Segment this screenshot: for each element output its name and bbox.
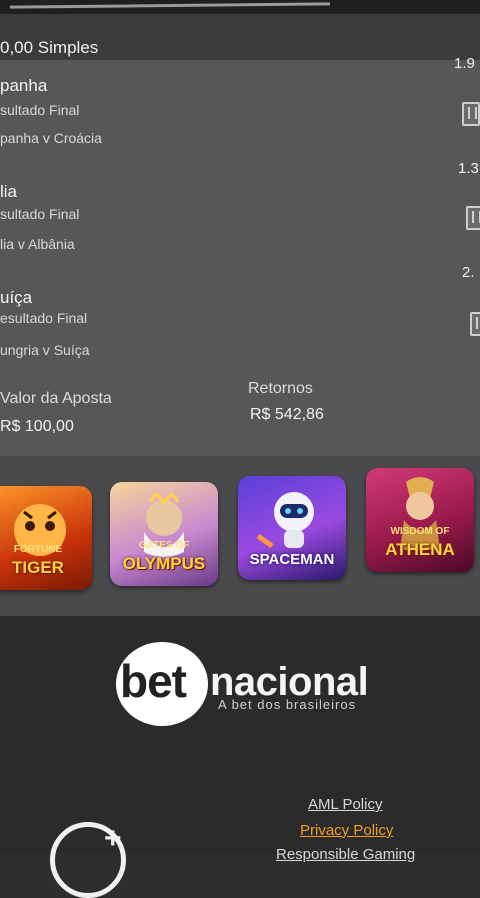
selection-name: uíça bbox=[0, 288, 33, 307]
game-title: TIGER bbox=[12, 558, 64, 577]
game-tile-spaceman[interactable]: SPACEMAN bbox=[238, 476, 346, 580]
returns-label: Retornos bbox=[248, 380, 313, 397]
stake-value[interactable]: R$ 100,00 bbox=[0, 418, 74, 436]
game-tile-wisdom-of-athena[interactable]: WISDOM OF ATHENA bbox=[366, 468, 474, 572]
responsible-gaming-link[interactable]: Responsible Gaming bbox=[276, 846, 415, 863]
remove-selection-button[interactable] bbox=[470, 312, 480, 336]
aml-policy-link[interactable]: AML Policy bbox=[308, 796, 382, 813]
selection-market: sultado Final bbox=[0, 206, 80, 222]
selection-odd: 1.9 bbox=[454, 55, 475, 72]
selection-odd: 2. bbox=[462, 264, 475, 281]
game-subtitle: GATES OF bbox=[138, 540, 190, 551]
selection-market: esultado Final bbox=[0, 310, 88, 326]
selection-match: panha v Croácia bbox=[0, 130, 102, 146]
remove-selection-button[interactable] bbox=[466, 206, 480, 230]
logo-tagline: A bet dos brasileiros bbox=[218, 697, 357, 712]
casino-games-row: FORTUNE TIGER GATES OF OLYMPUS SPACEMAN … bbox=[0, 456, 480, 616]
selection-market: sultado Final bbox=[0, 102, 80, 118]
selection-odd: 1.3 bbox=[458, 160, 479, 177]
game-title: SPACEMAN bbox=[249, 551, 335, 568]
game-title: OLYMPUS bbox=[122, 554, 206, 573]
remove-selection-button[interactable] bbox=[462, 102, 480, 126]
logo-bet-text: bet bbox=[120, 655, 187, 707]
selection-name: lia bbox=[0, 182, 18, 201]
game-tile-gates-of-olympus[interactable]: GATES OF OLYMPUS bbox=[110, 482, 218, 586]
selection-match: ungria v Suíça bbox=[0, 342, 90, 358]
game-subtitle: WISDOM OF bbox=[390, 526, 450, 537]
stake-label: Valor da Aposta bbox=[0, 390, 112, 407]
selection-match: lia v Albânia bbox=[0, 236, 75, 252]
site-footer bbox=[0, 616, 480, 854]
selection-name: panha bbox=[0, 76, 48, 95]
returns-value: R$ 542,86 bbox=[250, 406, 324, 423]
game-title: ATHENA bbox=[385, 540, 455, 559]
top-status-bar bbox=[0, 0, 480, 14]
age-plus-icon: + bbox=[104, 822, 122, 855]
betslip-panel: panha sultado Final panha v Croácia 1.9 … bbox=[0, 55, 480, 456]
game-tile-fortune-tiger[interactable]: FORTUNE TIGER bbox=[0, 486, 92, 590]
privacy-policy-link[interactable]: Privacy Policy bbox=[300, 822, 393, 839]
betslip-title: 0,00 Simples bbox=[0, 38, 99, 57]
top-divider bbox=[9, 2, 331, 9]
betslip-header[interactable]: 0,00 Simples bbox=[0, 14, 480, 60]
game-subtitle: FORTUNE bbox=[13, 544, 63, 555]
